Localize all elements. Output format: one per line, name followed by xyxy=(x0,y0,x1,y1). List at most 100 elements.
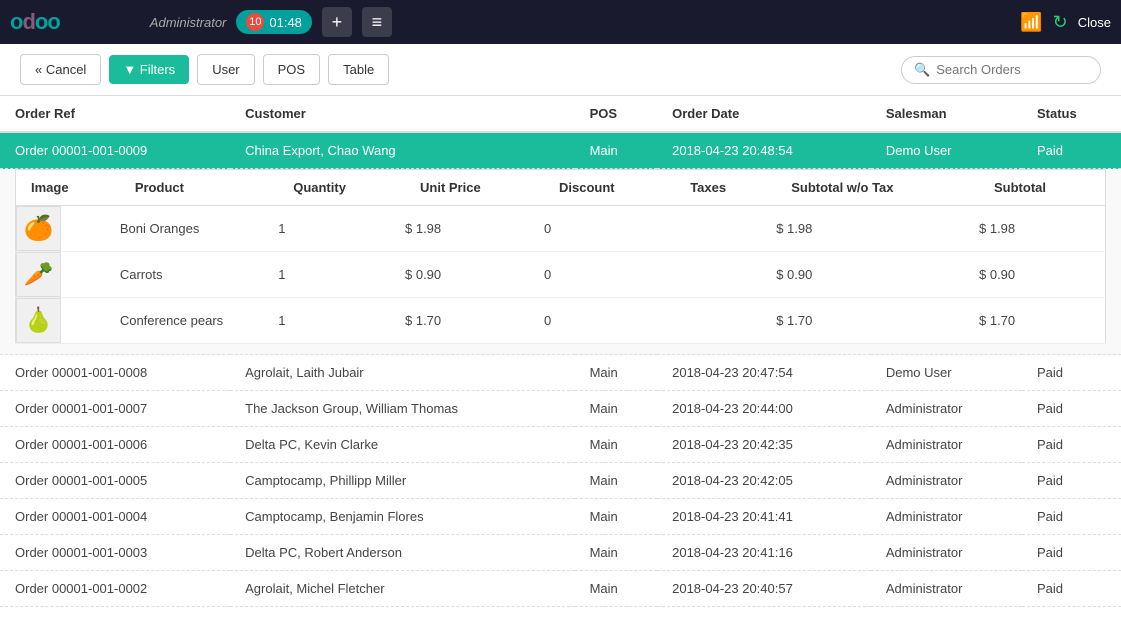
product-row: 🍐 Conference pears 1 $ 1.70 0 $ 1.70 $ 1… xyxy=(16,298,1106,344)
order-salesman: Administrator xyxy=(871,463,1022,499)
order-ref: Order 00001-001-0005 xyxy=(0,463,230,499)
order-customer: Camptocamp, Phillipp Miller xyxy=(230,463,574,499)
order-pos: Main xyxy=(575,427,658,463)
order-customer: Agrolait, Laith Jubair xyxy=(230,355,574,391)
order-customer: Delta PC, Robert Anderson xyxy=(230,535,574,571)
order-ref: Order 00001-001-0007 xyxy=(0,391,230,427)
table-row[interactable]: Order 00001-001-0007 The Jackson Group, … xyxy=(0,391,1121,427)
order-date: 2018-04-23 20:48:54 xyxy=(657,132,871,169)
orders-table: Order Ref Customer POS Order Date Salesm… xyxy=(0,96,1121,607)
product-taxes xyxy=(675,298,776,344)
order-ref: Order 00001-001-0002 xyxy=(0,571,230,607)
product-subtotal: $ 1.98 xyxy=(979,206,1106,252)
wifi-icon: 📶 xyxy=(1020,12,1042,33)
menu-button[interactable]: ≡ xyxy=(362,7,392,37)
product-image: 🥕 xyxy=(16,252,120,298)
product-header-row: Image Product Quantity Unit Price Discou… xyxy=(16,170,1106,206)
col-salesman: Salesman xyxy=(871,96,1022,132)
order-pos: Main xyxy=(575,355,658,391)
table-row[interactable]: Order 00001-001-0004 Camptocamp, Benjami… xyxy=(0,499,1121,535)
product-taxes xyxy=(675,206,776,252)
filters-button[interactable]: ▼ Filters xyxy=(109,55,189,84)
product-quantity: 1 xyxy=(278,252,405,298)
odoo-logo: odoo xyxy=(10,9,60,35)
product-unit-price: $ 1.70 xyxy=(405,298,544,344)
search-input[interactable] xyxy=(936,62,1086,77)
order-salesman: Administrator xyxy=(871,571,1022,607)
order-date: 2018-04-23 20:41:16 xyxy=(657,535,871,571)
table-row[interactable]: Order 00001-001-0005 Camptocamp, Phillip… xyxy=(0,463,1121,499)
order-salesman: Administrator xyxy=(871,391,1022,427)
col-pos: POS xyxy=(575,96,658,132)
product-quantity: 1 xyxy=(278,298,405,344)
close-button[interactable]: Close xyxy=(1078,15,1111,30)
order-customer: Camptocamp, Benjamin Flores xyxy=(230,499,574,535)
table-row[interactable]: Order 00001-001-0003 Delta PC, Robert An… xyxy=(0,535,1121,571)
active-tab[interactable]: 10 01:48 xyxy=(236,10,312,34)
product-discount: 0 xyxy=(544,252,675,298)
table-row[interactable]: Order 00001-001-0006 Delta PC, Kevin Cla… xyxy=(0,427,1121,463)
pos-button[interactable]: POS xyxy=(263,54,320,85)
order-pos: Main xyxy=(575,463,658,499)
product-row: 🍊 Boni Oranges 1 $ 1.98 0 $ 1.98 $ 1.98 xyxy=(16,206,1106,252)
product-icon: 🥕 xyxy=(16,252,61,297)
product-unit-price: $ 0.90 xyxy=(405,252,544,298)
main-content: « Cancel ▼ Filters User POS Table 🔍 Orde… xyxy=(0,44,1121,642)
order-pos: Main xyxy=(575,571,658,607)
col-order-date: Order Date xyxy=(657,96,871,132)
cancel-button[interactable]: « Cancel xyxy=(20,54,101,85)
admin-label: Administrator xyxy=(150,15,227,30)
table-row[interactable]: Order 00001-001-0002 Agrolait, Michel Fl… xyxy=(0,571,1121,607)
order-status: Paid xyxy=(1022,463,1121,499)
product-name: Boni Oranges xyxy=(120,206,278,252)
product-subtotal-wo-tax: $ 1.98 xyxy=(776,206,979,252)
product-image: 🍊 xyxy=(16,206,120,252)
order-date: 2018-04-23 20:41:41 xyxy=(657,499,871,535)
user-button[interactable]: User xyxy=(197,54,254,85)
order-date: 2018-04-23 20:44:00 xyxy=(657,391,871,427)
product-icon: 🍊 xyxy=(16,206,61,251)
order-ref: Order 00001-001-0004 xyxy=(0,499,230,535)
topbar: odoo Administrator 10 01:48 + ≡ 📶 ↻ Clos… xyxy=(0,0,1121,44)
col-discount: Discount xyxy=(544,170,675,206)
order-ref: Order 00001-001-0009 xyxy=(0,132,230,169)
order-ref: Order 00001-001-0006 xyxy=(0,427,230,463)
table-button[interactable]: Table xyxy=(328,54,389,85)
order-customer: Delta PC, Kevin Clarke xyxy=(230,427,574,463)
order-salesman: Administrator xyxy=(871,499,1022,535)
add-button[interactable]: + xyxy=(322,7,352,37)
search-box[interactable]: 🔍 xyxy=(901,56,1101,84)
table-row[interactable]: Order 00001-001-0008 Agrolait, Laith Jub… xyxy=(0,355,1121,391)
order-status: Paid xyxy=(1022,391,1121,427)
product-subtotal: $ 0.90 xyxy=(979,252,1106,298)
order-status: Paid xyxy=(1022,132,1121,169)
order-status: Paid xyxy=(1022,355,1121,391)
order-status: Paid xyxy=(1022,427,1121,463)
col-subtotal: Subtotal xyxy=(979,170,1106,206)
col-status: Status xyxy=(1022,96,1121,132)
product-name: Conference pears xyxy=(120,298,278,344)
table-row[interactable]: Order 00001-001-0009 China Export, Chao … xyxy=(0,132,1121,169)
tab-count: 10 xyxy=(246,13,264,31)
order-ref: Order 00001-001-0008 xyxy=(0,355,230,391)
tab-time: 01:48 xyxy=(269,15,302,30)
col-quantity: Quantity xyxy=(278,170,405,206)
product-subtotal: $ 1.70 xyxy=(979,298,1106,344)
product-unit-price: $ 1.98 xyxy=(405,206,544,252)
order-pos: Main xyxy=(575,132,658,169)
order-date: 2018-04-23 20:42:35 xyxy=(657,427,871,463)
order-date: 2018-04-23 20:47:54 xyxy=(657,355,871,391)
order-date: 2018-04-23 20:40:57 xyxy=(657,571,871,607)
product-image: 🍐 xyxy=(16,298,120,344)
order-pos: Main xyxy=(575,535,658,571)
topbar-right: 📶 ↻ Close xyxy=(1020,12,1111,33)
order-customer: The Jackson Group, William Thomas xyxy=(230,391,574,427)
product-icon: 🍐 xyxy=(16,298,61,343)
search-icon: 🔍 xyxy=(914,62,930,78)
col-customer: Customer xyxy=(230,96,574,132)
product-sub-table: Image Product Quantity Unit Price Discou… xyxy=(15,169,1106,344)
product-row: 🥕 Carrots 1 $ 0.90 0 $ 0.90 $ 0.90 xyxy=(16,252,1106,298)
col-product: Product xyxy=(120,170,278,206)
expanded-products-row: Image Product Quantity Unit Price Discou… xyxy=(0,169,1121,355)
product-subtotal-wo-tax: $ 0.90 xyxy=(776,252,979,298)
